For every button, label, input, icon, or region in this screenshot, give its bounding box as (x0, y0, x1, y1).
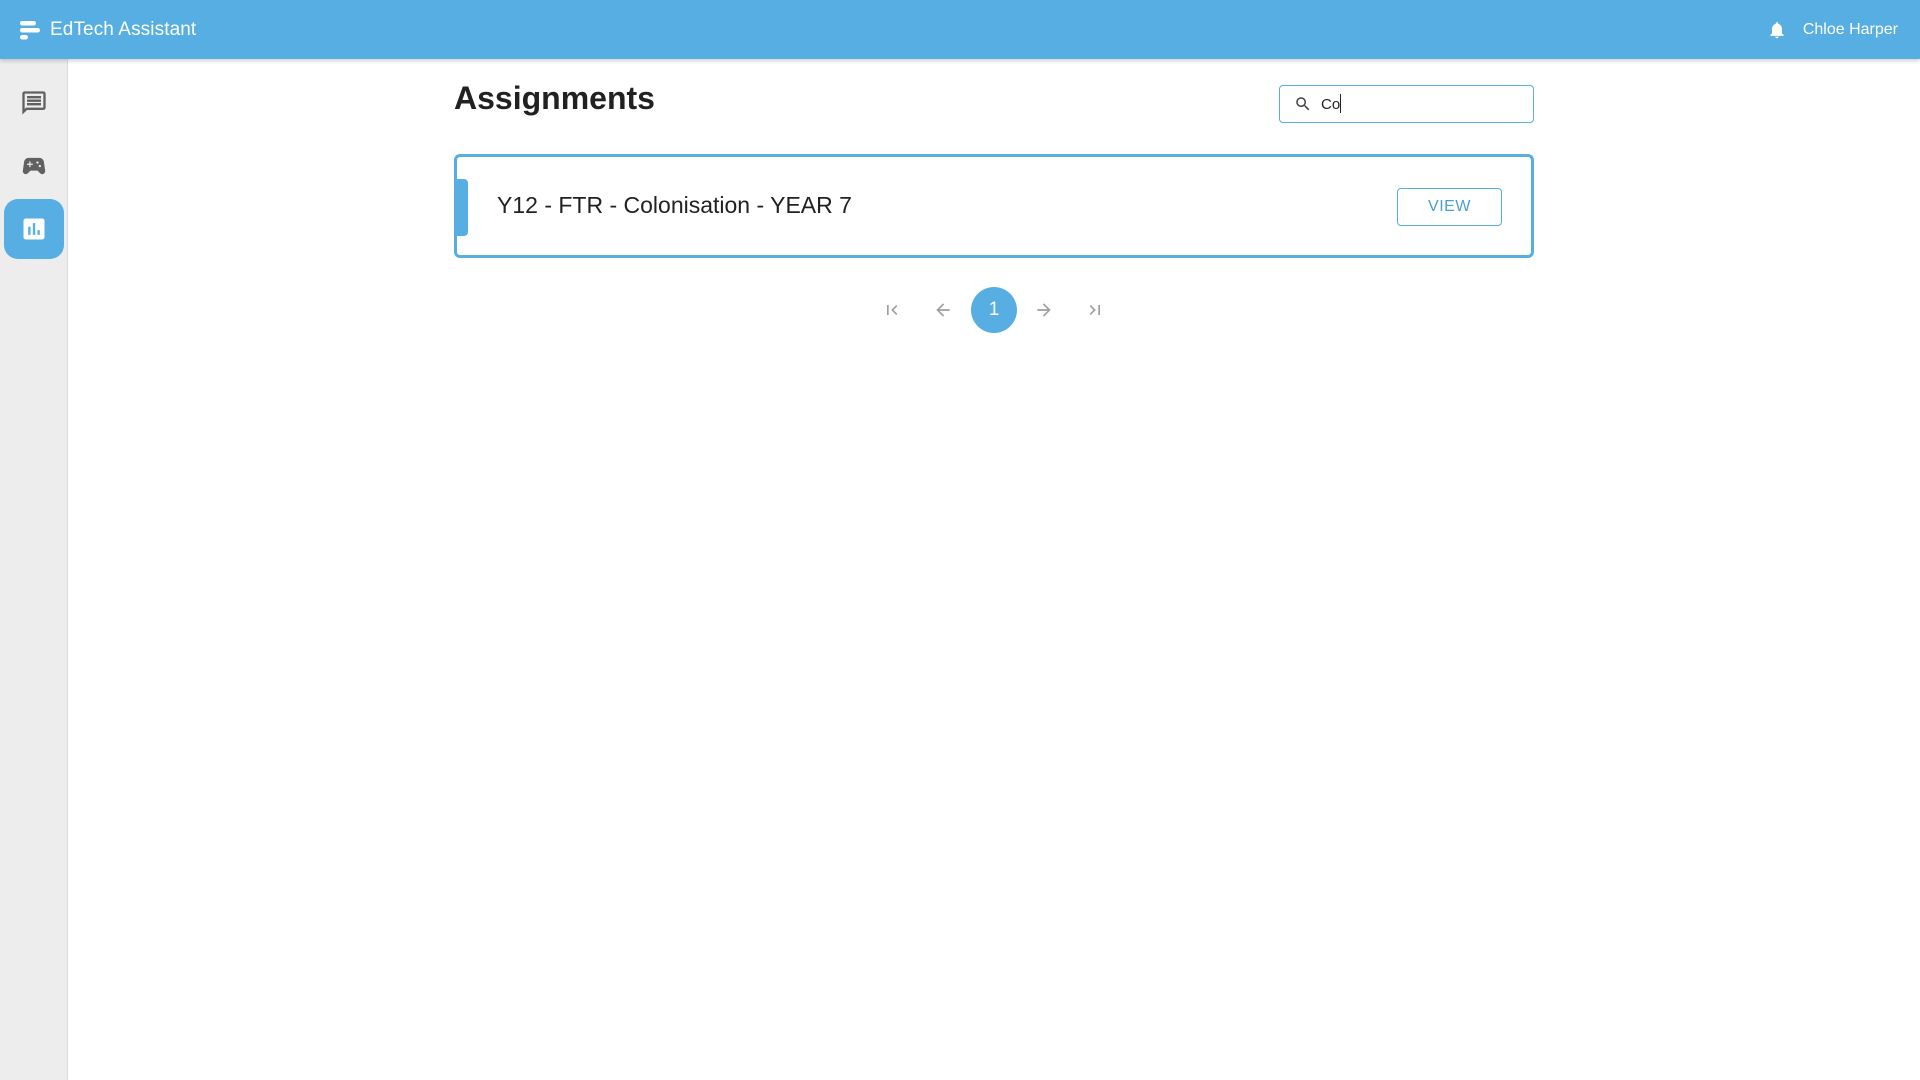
assignment-title: Y12 - FTR - Colonisation - YEAR 7 (497, 192, 852, 218)
menu-bars-icon (20, 20, 40, 39)
bell-icon[interactable] (1767, 20, 1787, 40)
page-button-current[interactable]: 1 (971, 287, 1017, 333)
search-box[interactable] (1279, 85, 1534, 123)
assignment-card: Y12 - FTR - Colonisation - YEAR 7 VIEW (454, 154, 1534, 258)
gamepad-icon (22, 157, 46, 175)
sidebar-item-chat[interactable] (4, 73, 64, 133)
user-name[interactable]: Chloe Harper (1803, 21, 1898, 39)
side-nav (0, 59, 68, 1080)
first-page-icon (887, 305, 898, 315)
text-cursor (1340, 94, 1341, 113)
app-title: EdTech Assistant (50, 18, 197, 40)
search-input[interactable] (1321, 95, 1521, 113)
app-bar: EdTech Assistant Chloe Harper (0, 0, 1920, 59)
last-page-button[interactable] (1072, 287, 1118, 333)
brand[interactable]: EdTech Assistant (18, 0, 196, 59)
page-title: Assignments (454, 80, 655, 116)
search-icon (1296, 97, 1310, 111)
bar-chart-icon (23, 218, 45, 240)
chat-icon (22, 91, 46, 115)
user-bar: Chloe Harper (1767, 0, 1898, 59)
card-accent-bar (457, 179, 468, 236)
pagination: 1 (0, 287, 1920, 333)
first-page-button[interactable] (869, 287, 915, 333)
last-page-icon (1089, 305, 1100, 315)
next-page-button[interactable] (1021, 287, 1067, 333)
prev-page-icon (936, 303, 950, 317)
view-button[interactable]: VIEW (1397, 188, 1502, 226)
sidebar-item-games[interactable] (4, 136, 64, 196)
next-page-icon (1037, 303, 1051, 317)
sidebar-item-assignments[interactable] (4, 199, 64, 259)
prev-page-button[interactable] (920, 287, 966, 333)
